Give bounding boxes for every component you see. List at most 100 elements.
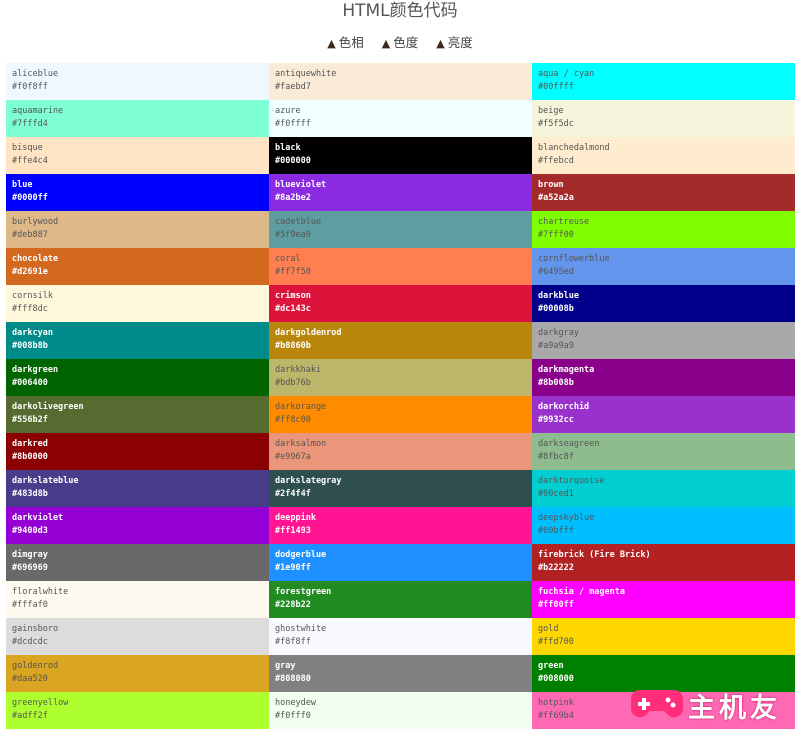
color-name: dodgerblue	[275, 550, 327, 560]
color-name: darkorchid	[538, 402, 590, 412]
color-swatch[interactable]: aqua / cyan #00ffff	[532, 63, 795, 100]
color-hex-code: #a9a9a9	[538, 341, 574, 351]
color-swatch[interactable]: chartreuse #7fff00	[532, 211, 795, 248]
color-name: greenyellow	[12, 698, 69, 708]
color-hex-code: #f8f8ff	[275, 637, 311, 647]
color-name: antiquewhite	[275, 69, 337, 79]
color-swatch[interactable]: brown #a52a2a	[532, 174, 795, 211]
color-swatch[interactable]: gainsboro #dcdcdc	[6, 618, 269, 655]
color-swatch[interactable]: darkgreen #006400	[6, 359, 269, 396]
color-hex-code: #faebd7	[275, 82, 311, 92]
color-name: azure	[275, 106, 301, 116]
color-hex-code: #000000	[275, 156, 311, 166]
color-swatch[interactable]: darkslategray #2f4f4f	[269, 470, 532, 507]
color-swatch[interactable]: fuchsia / magenta #ff00ff	[532, 581, 795, 618]
color-name: beige	[538, 106, 564, 116]
sort-by-saturation-button[interactable]: ▲ 色度	[382, 32, 418, 51]
color-swatch[interactable]: burlywood #deb887	[6, 211, 269, 248]
color-swatch[interactable]: darkred #8b0000	[6, 433, 269, 470]
color-name: gainsboro	[12, 624, 59, 634]
color-name: gray	[275, 661, 296, 671]
color-name: burlywood	[12, 217, 59, 227]
color-hex-code: #696969	[12, 563, 48, 573]
color-swatch[interactable]: blanchedalmond #ffebcd	[532, 137, 795, 174]
color-hex-code: #fff8dc	[12, 304, 48, 314]
sort-lightness-label: 亮度	[447, 35, 473, 50]
color-name: chocolate	[12, 254, 59, 264]
color-name: darkred	[12, 439, 48, 449]
color-swatch[interactable]: cornflowerblue #6495ed	[532, 248, 795, 285]
color-swatch[interactable]: deepskyblue #00bfff	[532, 507, 795, 544]
color-swatch[interactable]: goldenrod #daa520	[6, 655, 269, 692]
color-hex-code: #2f4f4f	[275, 489, 311, 499]
color-swatch[interactable]: ghostwhite #f8f8ff	[269, 618, 532, 655]
color-swatch[interactable]: darkviolet #9400d3	[6, 507, 269, 544]
color-swatch[interactable]: aquamarine #7fffd4	[6, 100, 269, 137]
color-name: honeydew	[275, 698, 316, 708]
color-swatch[interactable]: firebrick (Fire Brick) #b22222	[532, 544, 795, 581]
color-swatch[interactable]: deeppink #ff1493	[269, 507, 532, 544]
color-name: ghostwhite	[275, 624, 327, 634]
color-name: crimson	[275, 291, 311, 301]
color-name: darkslateblue	[12, 476, 79, 486]
sort-bar: ▲ 色相 ▲ 色度 ▲ 亮度	[0, 32, 800, 51]
color-swatch[interactable]: aliceblue #f0f8ff	[6, 63, 269, 100]
color-swatch[interactable]: forestgreen #228b22	[269, 581, 532, 618]
color-swatch[interactable]: coral #ff7f50	[269, 248, 532, 285]
color-swatch[interactable]: darkseagreen #8fbc8f	[532, 433, 795, 470]
color-swatch[interactable]: honeydew #f0fff0	[269, 692, 532, 729]
color-swatch[interactable]: darkcyan #008b8b	[6, 322, 269, 359]
color-swatch[interactable]: darkgray #a9a9a9	[532, 322, 795, 359]
color-name: darkolivegreen	[12, 402, 84, 412]
color-swatch[interactable]: bisque #ffe4c4	[6, 137, 269, 174]
color-name: darkmagenta	[538, 365, 595, 375]
color-swatch[interactable]: blueviolet #8a2be2	[269, 174, 532, 211]
color-swatch[interactable]: darkgoldenrod #b8860b	[269, 322, 532, 359]
color-swatch[interactable]: gray #808080	[269, 655, 532, 692]
color-swatch[interactable]: darkolivegreen #556b2f	[6, 396, 269, 433]
color-swatch[interactable]: darkblue #00008b	[532, 285, 795, 322]
color-hex-code: #ff00ff	[538, 600, 574, 610]
color-swatch[interactable]: crimson #dc143c	[269, 285, 532, 322]
color-swatch[interactable]: darkorange #ff8c00	[269, 396, 532, 433]
color-swatch[interactable]: darkslateblue #483d8b	[6, 470, 269, 507]
color-swatch[interactable]: black #000000	[269, 137, 532, 174]
color-swatch[interactable]: cadetblue #5f9ea0	[269, 211, 532, 248]
color-swatch[interactable]: floralwhite #fffaf0	[6, 581, 269, 618]
color-swatch[interactable]: gold #ffd700	[532, 618, 795, 655]
color-hex-code: #fffaf0	[12, 600, 48, 610]
color-swatch[interactable]: dimgray #696969	[6, 544, 269, 581]
sort-by-hue-button[interactable]: ▲ 色相	[327, 32, 363, 51]
color-hex-code: #5f9ea0	[275, 230, 311, 240]
color-swatch[interactable]: darksalmon #e9967a	[269, 433, 532, 470]
color-swatch[interactable]: darkturquoise #00ced1	[532, 470, 795, 507]
color-name: deeppink	[275, 513, 316, 523]
sort-by-lightness-button[interactable]: ▲ 亮度	[436, 32, 472, 51]
color-hex-code: #dc143c	[275, 304, 311, 314]
color-swatch[interactable]: dodgerblue #1e90ff	[269, 544, 532, 581]
color-swatch[interactable]: darkkhaki #bdb76b	[269, 359, 532, 396]
color-swatch[interactable]: darkorchid #9932cc	[532, 396, 795, 433]
color-name: brown	[538, 180, 564, 190]
color-hex-code: #ffd700	[538, 637, 574, 647]
triangle-up-icon: ▲	[436, 37, 445, 50]
color-swatch[interactable]: beige #f5f5dc	[532, 100, 795, 137]
color-hex-code: #d2691e	[12, 267, 48, 277]
color-swatch[interactable]: chocolate #d2691e	[6, 248, 269, 285]
color-hex-code: #f0ffff	[275, 119, 311, 129]
color-hex-code: #006400	[12, 378, 48, 388]
color-swatch[interactable]: azure #f0ffff	[269, 100, 532, 137]
color-name: darkblue	[538, 291, 579, 301]
color-swatch[interactable]: cornsilk #fff8dc	[6, 285, 269, 322]
color-hex-code: #00ffff	[538, 82, 574, 92]
color-swatch[interactable]: antiquewhite #faebd7	[269, 63, 532, 100]
color-swatch[interactable]: darkmagenta #8b008b	[532, 359, 795, 396]
color-hex-code: #7fff00	[538, 230, 574, 240]
color-hex-code: #00ced1	[538, 489, 574, 499]
color-name: firebrick (Fire Brick)	[538, 550, 651, 560]
color-name: deepskyblue	[538, 513, 595, 523]
color-swatch[interactable]: greenyellow #adff2f	[6, 692, 269, 729]
color-name: green	[538, 661, 564, 671]
color-swatch[interactable]: blue #0000ff	[6, 174, 269, 211]
color-name: bisque	[12, 143, 43, 153]
